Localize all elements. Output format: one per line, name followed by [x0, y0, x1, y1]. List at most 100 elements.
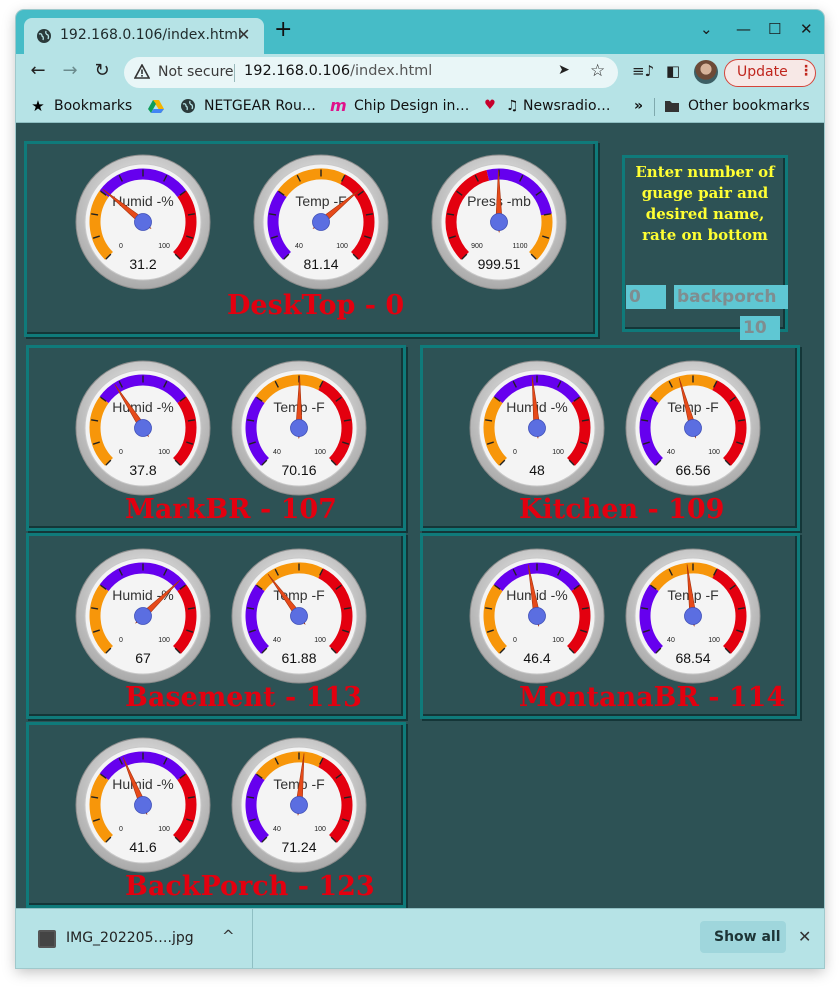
gauge-max-label: 100 — [552, 449, 564, 456]
download-file-name: IMG_202205….jpg — [66, 930, 194, 946]
minimize-button[interactable]: — — [736, 20, 751, 38]
gauge-temperature: Temp -F 40 100 61.88 — [231, 548, 367, 684]
gauge-title: Humid -% — [112, 776, 173, 792]
media-queue-icon[interactable]: ≡♪ — [632, 62, 654, 80]
gauge-hub — [134, 607, 152, 625]
name-input[interactable] — [674, 285, 788, 309]
gauge-min-label: 40 — [667, 637, 675, 644]
bookmarks-bar: ★ Bookmarks NETGEAR Rou… m Chip Design i… — [16, 92, 824, 123]
close-download-shelf-icon[interactable]: ✕ — [798, 927, 811, 946]
gauge-hub — [290, 607, 308, 625]
image-file-icon — [38, 930, 56, 948]
gauge-dial: Humid -% 0 10037.8 — [75, 360, 211, 496]
gauge-hub — [684, 419, 702, 437]
gauge-hub — [528, 419, 546, 437]
gauge-value: 71.24 — [281, 839, 316, 855]
pair-number-input[interactable] — [626, 285, 666, 309]
not-secure-label[interactable]: Not secure — [158, 64, 234, 80]
gauge-hub — [312, 213, 330, 231]
gauge-dial: Press -mb900 1100999.51 — [431, 154, 567, 290]
gauge-hub — [490, 213, 508, 231]
browser-window: 192.168.0.106/index.html ✕ + ⌄ — ☐ ✕ ← →… — [16, 10, 824, 968]
gauge-max-label: 100 — [314, 637, 326, 644]
gauge-temperature: Temp -F 40 100 71.24 — [231, 737, 367, 873]
tab-search-chevron-icon[interactable]: ⌄ — [700, 20, 713, 38]
chevron-up-icon[interactable]: ^ — [222, 927, 235, 945]
form-instructions: Enter number of guage pair and desired n… — [635, 163, 775, 244]
gauge-max-label: 100 — [336, 243, 348, 250]
gauge-min-label: 0 — [513, 449, 517, 456]
gauge-max-label: 100 — [158, 243, 170, 250]
new-tab-button[interactable]: + — [274, 19, 292, 41]
window-close-button[interactable]: ✕ — [800, 20, 813, 38]
panel-label: BackPorch - 123 — [125, 871, 375, 902]
show-all-button[interactable]: Show all — [700, 921, 786, 953]
gauge-dial: Humid -%0 10048 — [469, 360, 605, 496]
star-icon[interactable]: ☆ — [590, 61, 605, 81]
gauge-hub — [290, 796, 308, 814]
config-form: Enter number of guage pair and desired n… — [622, 155, 788, 340]
url-host: 192.168.0.106 — [244, 63, 351, 79]
browser-toolbar: ← → ↻ Not secure 192.168.0.106/index.htm… — [16, 54, 824, 92]
gauge-min-label: 40 — [273, 826, 281, 833]
gauge-value: 31.2 — [129, 256, 156, 272]
bookmark-bookmarks[interactable]: Bookmarks — [54, 98, 132, 114]
drive-icon — [148, 100, 164, 113]
update-button[interactable]: Update ⋮ — [724, 59, 816, 87]
gauge-min-label: 40 — [273, 637, 281, 644]
side-panel-icon[interactable]: ◧ — [666, 62, 680, 80]
gauge-pressure: Press -mb 900 1100 999.51 — [431, 154, 567, 290]
bookmark-chip-design[interactable]: Chip Design in… — [354, 98, 469, 114]
gauge-dial: Temp -F40 10068.54 — [625, 548, 761, 684]
gauge-min-label: 900 — [471, 243, 483, 250]
forward-arrow-icon[interactable]: → — [58, 60, 82, 81]
gauge-value: 41.6 — [129, 839, 156, 855]
browser-tab[interactable]: 192.168.0.106/index.html ✕ — [24, 18, 264, 54]
menu-dots-icon[interactable]: ⋮ — [799, 63, 813, 79]
gauge-max-label: 100 — [158, 826, 170, 833]
gauge-value: 81.14 — [303, 256, 338, 272]
tab-close-icon[interactable]: ✕ — [237, 25, 250, 44]
other-bookmarks[interactable]: Other bookmarks — [688, 98, 810, 114]
gauge-min-label: 40 — [295, 243, 303, 250]
rate-input[interactable] — [740, 316, 780, 340]
address-bar[interactable]: Not secure 192.168.0.106/index.html ➤ ☆ — [124, 57, 618, 88]
folder-icon — [665, 101, 679, 112]
gauge-title: Temp -F — [667, 399, 718, 415]
gauge-panel-markbr: Humid -% 0 100 37.8 Temp -F 40 100 70.16 MarkB… — [26, 345, 406, 531]
gauge-humidity: Humid -% 0 100 41.6 — [75, 737, 211, 873]
gauge-panel-kitchen: Humid -% 0 100 48 Temp -F 40 100 66.56 Kitchen… — [420, 345, 800, 531]
url-text[interactable]: 192.168.0.106/index.html — [244, 63, 432, 79]
back-arrow-icon[interactable]: ← — [26, 60, 50, 81]
gauge-value: 67 — [135, 650, 151, 666]
gauge-value: 68.54 — [675, 650, 710, 666]
gauge-dial: Humid -% 0 10046.4 — [469, 548, 605, 684]
bookmark-newsradio[interactable]: ♫ Newsradio… — [506, 98, 611, 114]
bookmarks-overflow-icon[interactable]: » — [634, 98, 643, 114]
gauge-dial: Humid -%0 10067 — [75, 548, 211, 684]
gauge-temperature: Temp -F 40 100 68.54 — [625, 548, 761, 684]
gauge-min-label: 0 — [119, 826, 123, 833]
gauge-hub — [290, 419, 308, 437]
gauge-min-label: 0 — [119, 449, 123, 456]
gauge-humidity: Humid -% 0 100 46.4 — [469, 548, 605, 684]
url-path: /index.html — [350, 63, 433, 79]
gauge-hub — [134, 213, 152, 231]
gauge-max-label: 100 — [552, 637, 564, 644]
bookmark-netgear[interactable]: NETGEAR Rou… — [204, 98, 316, 114]
download-item[interactable]: IMG_202205….jpg ^ — [18, 909, 253, 968]
globe-bookmark-icon — [181, 99, 195, 113]
maximize-button[interactable]: ☐ — [768, 20, 781, 38]
gauge-dial: Temp -F40 10061.88 — [231, 548, 367, 684]
send-icon[interactable]: ➤ — [558, 62, 570, 78]
avatar[interactable] — [694, 60, 718, 84]
gauge-temperature: Temp -F 40 100 70.16 — [231, 360, 367, 496]
star-bookmarks-icon: ★ — [31, 97, 45, 115]
gauge-temperature: Temp -F 40 100 81.14 — [253, 154, 389, 290]
gauge-humidity: Humid -% 0 100 37.8 — [75, 360, 211, 496]
gauge-value: 66.56 — [675, 462, 710, 478]
gauge-value: 46.4 — [523, 650, 550, 666]
reload-icon[interactable]: ↻ — [90, 60, 114, 81]
gauge-dial: Humid -% 0 10041.6 — [75, 737, 211, 873]
gauge-title: Humid -% — [506, 587, 567, 603]
